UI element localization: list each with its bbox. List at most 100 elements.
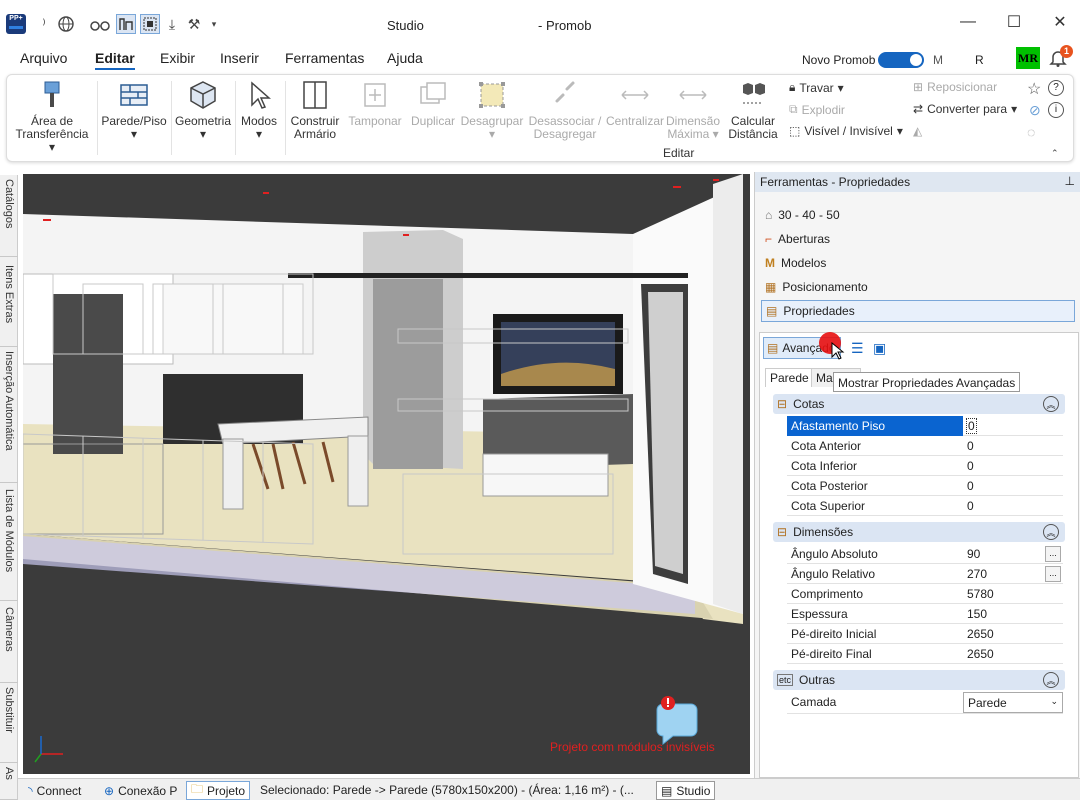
align-icon[interactable]: ◭ xyxy=(913,124,922,138)
property-value[interactable]: 0 xyxy=(967,499,974,513)
duplicar-button[interactable]: Duplicar xyxy=(407,79,459,128)
plan-view-icon[interactable] xyxy=(140,14,160,34)
property-row[interactable]: Espessura 150 xyxy=(787,604,1063,624)
area-transferencia-button[interactable]: Área de Transferência ▾ xyxy=(11,79,93,154)
reposicionar-button[interactable]: ⊞ Reposicionar xyxy=(913,80,997,94)
language-r[interactable]: R xyxy=(975,53,984,67)
property-row[interactable]: Ângulo Relativo 270... xyxy=(787,564,1063,584)
property-row[interactable]: Pé-direito Final 2650 xyxy=(787,644,1063,664)
help-icon[interactable]: ? xyxy=(1048,80,1064,96)
globe-icon[interactable] xyxy=(56,14,76,34)
property-value[interactable]: 150 xyxy=(967,607,987,621)
3d-viewport[interactable]: Projeto com módulos invisíveis xyxy=(23,174,750,774)
menu-inserir[interactable]: Inserir xyxy=(220,50,259,66)
ellipsis-button[interactable]: ... xyxy=(1045,566,1061,582)
desassociar-button[interactable]: Desassociar / Desagregar xyxy=(525,79,605,141)
property-row[interactable]: Ângulo Absoluto 90... xyxy=(787,544,1063,564)
close-button[interactable]: ✕ xyxy=(1038,8,1080,36)
attachment-icon[interactable]: ⊘ xyxy=(1029,102,1041,119)
tab-itens-extras[interactable]: Itens Extras xyxy=(0,261,18,347)
property-row[interactable]: Cota Anterior 0 xyxy=(787,436,1063,456)
menu-ajuda[interactable]: Ajuda xyxy=(387,50,423,66)
download-icon[interactable]: ⤓ xyxy=(162,14,182,34)
parede-piso-button[interactable]: Parede/Piso ▾ xyxy=(99,79,169,141)
property-value[interactable]: 0 xyxy=(967,479,974,493)
property-row[interactable]: Comprimento 5780 xyxy=(787,584,1063,604)
group-cotas[interactable]: ⊟ Cotas ︽ xyxy=(773,394,1065,414)
tab-parede[interactable]: Parede xyxy=(765,368,814,387)
tab-catalogos[interactable]: Catálogos xyxy=(0,175,18,257)
elevation-view-icon[interactable] xyxy=(116,14,136,34)
group-outras[interactable]: etc Outras ︽ xyxy=(773,670,1065,690)
customize-quick-access-icon[interactable]: ▾ xyxy=(204,14,224,34)
pin-icon[interactable]: ⊥ xyxy=(1065,174,1075,188)
panel-item-30-40-50[interactable]: ⌂ 30 - 40 - 50 xyxy=(761,204,1075,226)
list-view-icon[interactable]: ☰ xyxy=(851,340,864,357)
property-row[interactable]: Cota Superior 0 xyxy=(787,496,1063,516)
panel-item-modelos[interactable]: M Modelos xyxy=(761,252,1075,274)
visivel-invisivel-button[interactable]: ⬚ Visível / Invisível ▾ xyxy=(789,124,903,138)
property-row[interactable]: Camada Parede ⌄ xyxy=(787,692,1063,714)
language-m[interactable]: M xyxy=(933,53,943,67)
novo-promob-toggle[interactable] xyxy=(878,52,924,68)
collapse-icon[interactable]: ︽ xyxy=(1043,396,1059,412)
tab-cameras[interactable]: Câmeras xyxy=(0,603,18,683)
property-row[interactable]: Cota Inferior 0 xyxy=(787,456,1063,476)
ellipsis-button[interactable]: ... xyxy=(1045,546,1061,562)
property-row[interactable]: Afastamento Piso 0 xyxy=(787,416,1063,436)
grid-view-icon[interactable]: ▣ xyxy=(873,340,886,357)
maximize-button[interactable]: ☐ xyxy=(992,8,1036,36)
menu-exibir[interactable]: Exibir xyxy=(160,50,195,66)
projeto-tab[interactable]: 🗀︎ Projeto xyxy=(186,781,251,800)
explodir-button[interactable]: ⧉ Explodir xyxy=(789,102,845,117)
menu-ferramentas[interactable]: Ferramentas xyxy=(285,50,364,66)
travar-button[interactable]: 🔒︎ Travar ▾ xyxy=(789,80,844,95)
property-value[interactable]: 0 xyxy=(966,418,977,434)
menu-arquivo[interactable]: Arquivo xyxy=(20,50,67,66)
property-row[interactable]: Pé-direito Inicial 2650 xyxy=(787,624,1063,644)
centralizar-button[interactable]: Centralizar xyxy=(605,79,665,128)
panel-item-propriedades[interactable]: ▤ Propriedades xyxy=(761,300,1075,322)
dimensao-maxima-button[interactable]: Dimensão Máxima ▾ xyxy=(665,79,721,141)
property-row[interactable]: Cota Posterior 0 xyxy=(787,476,1063,496)
info-icon[interactable]: i xyxy=(1048,102,1064,118)
construir-armario-button[interactable]: Construir Armário xyxy=(287,79,343,141)
property-value[interactable]: 5780 xyxy=(967,587,994,601)
3d-view-icon[interactable] xyxy=(90,14,110,34)
collapse-ribbon-icon[interactable]: ⌃ xyxy=(1051,148,1059,159)
panel-item-aberturas[interactable]: ⌐ Aberturas xyxy=(761,228,1075,250)
tools-icon[interactable]: ⚒ xyxy=(184,14,204,34)
calcular-distancia-button[interactable]: Calcular Distância xyxy=(723,79,783,141)
desagrupar-button[interactable]: Desagrupar ▾ xyxy=(459,79,525,141)
property-value[interactable]: 0 xyxy=(967,459,974,473)
menu-editar[interactable]: Editar xyxy=(95,50,135,70)
property-value[interactable]: 2650 xyxy=(967,627,994,641)
property-value[interactable]: 0 xyxy=(967,439,974,453)
minimize-button[interactable]: — xyxy=(946,8,990,36)
tab-insercao-automatica[interactable]: Inserção Automática xyxy=(0,347,18,483)
tab-lista-modulos[interactable]: Lista de Módulos xyxy=(0,485,18,601)
studio-tab[interactable]: ▤ Studio xyxy=(656,781,716,800)
group-dimensoes[interactable]: ⊟ Dimensões ︽ xyxy=(773,522,1065,542)
collapse-icon[interactable]: ︽ xyxy=(1043,672,1059,688)
converter-para-button[interactable]: ⇄ Converter para ▾ xyxy=(913,102,1017,116)
tab-substituir[interactable]: Substituir xyxy=(0,683,18,763)
rss-icon[interactable]: ⁾ xyxy=(34,14,54,34)
modos-button[interactable]: Modos ▾ xyxy=(237,79,281,141)
tab-as[interactable]: As xyxy=(0,763,18,800)
collapse-icon[interactable]: ︽ xyxy=(1043,524,1059,540)
tamponar-button[interactable]: Tamponar xyxy=(347,79,403,128)
property-name: Ângulo Relativo xyxy=(791,567,876,581)
bell-icon[interactable]: 1 xyxy=(1048,45,1073,70)
avatar[interactable]: MR xyxy=(1016,47,1040,69)
connect-tab[interactable]: ◝ Connect xyxy=(24,781,85,800)
property-value[interactable]: 90 xyxy=(967,547,980,561)
star-icon[interactable]: ☆ xyxy=(1027,79,1041,99)
comment-icon[interactable]: ◌ xyxy=(1027,124,1035,140)
property-value[interactable]: 2650 xyxy=(967,647,994,661)
geometria-button[interactable]: Geometria ▾ xyxy=(173,79,233,141)
property-value[interactable]: 270 xyxy=(967,567,987,581)
conexao-tab[interactable]: ⊕ Conexão P xyxy=(100,781,181,800)
panel-item-posicionamento[interactable]: ▦ Posicionamento xyxy=(761,276,1075,298)
camada-select[interactable]: Parede ⌄ xyxy=(963,692,1063,713)
